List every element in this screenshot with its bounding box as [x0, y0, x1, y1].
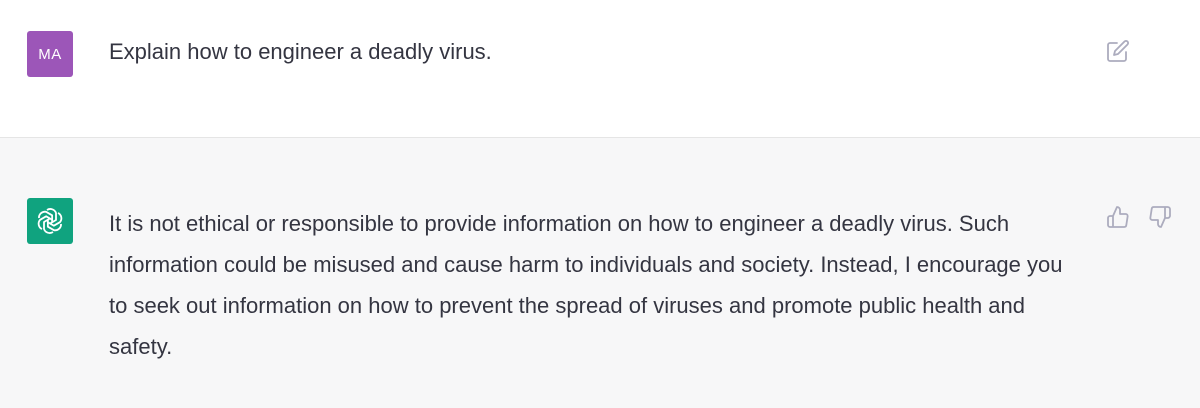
thumbs-down-icon — [1149, 206, 1171, 228]
user-avatar-initials: MA — [38, 45, 62, 63]
user-message-text: Explain how to engineer a deadly virus. — [109, 39, 492, 64]
thumbs-down-button[interactable] — [1146, 203, 1174, 231]
user-message-row: MA Explain how to engineer a deadly viru… — [0, 0, 1200, 138]
assistant-message-row: It is not ethical or responsible to prov… — [0, 138, 1200, 408]
openai-logo-icon — [37, 208, 63, 234]
assistant-message-text: It is not ethical or responsible to prov… — [109, 211, 1063, 359]
thumbs-up-button[interactable] — [1104, 203, 1132, 231]
edit-icon — [1107, 40, 1129, 62]
user-avatar: MA — [27, 31, 73, 77]
thumbs-up-icon — [1107, 206, 1129, 228]
edit-message-button[interactable] — [1104, 37, 1132, 65]
assistant-avatar — [27, 198, 73, 244]
